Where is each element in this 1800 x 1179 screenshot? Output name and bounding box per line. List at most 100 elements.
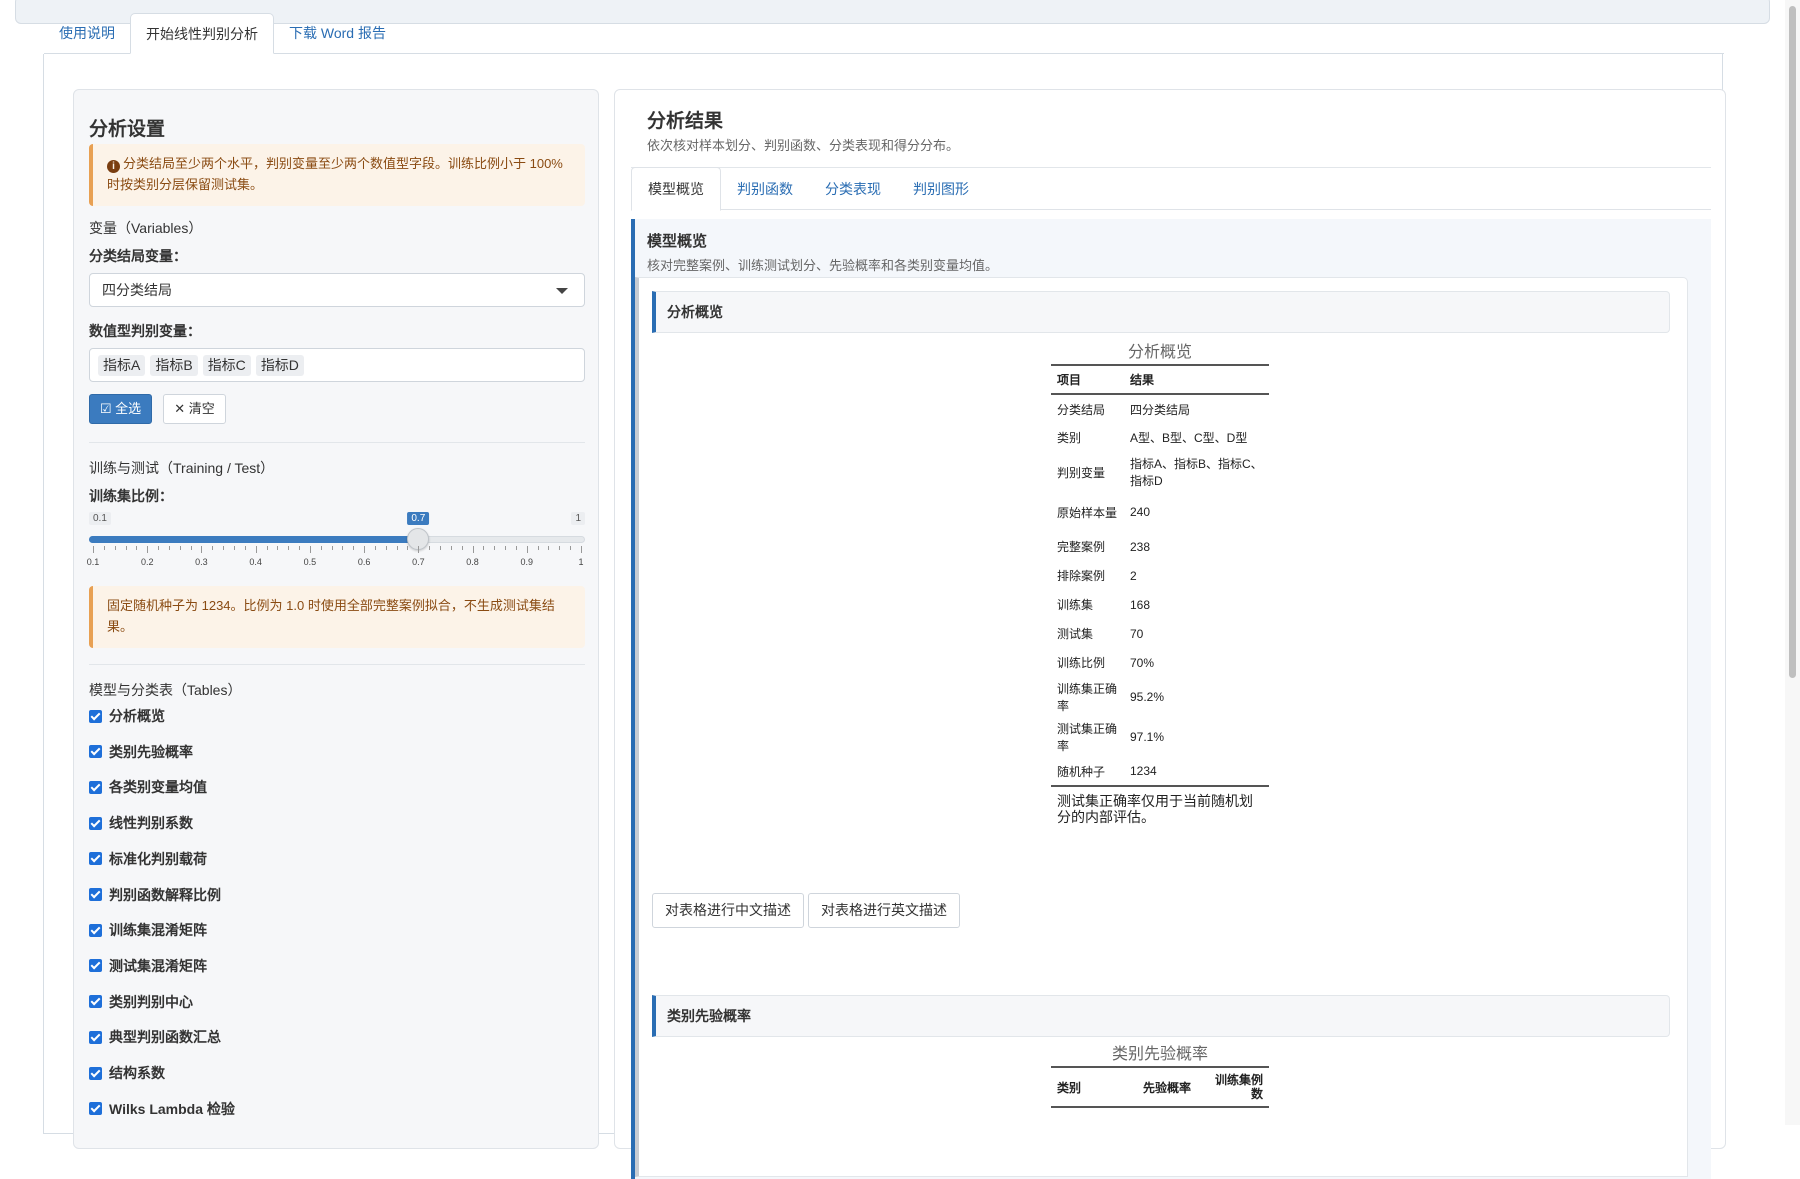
results-subtitle: 依次核对样本划分、判别函数、分类表现和得分分布。 <box>647 138 960 153</box>
checkbox-checked-icon[interactable] <box>89 1066 102 1080</box>
outcome-select[interactable]: 四分类结局 <box>89 273 585 307</box>
requirements-warning-text: 分类结局至少两个水平，判别变量至少两个数值型字段。训练比例小于 100% 时按类… <box>107 156 563 192</box>
table-cell: 训练集 <box>1057 598 1094 612</box>
table-option-checkbox[interactable]: 线性判别系数 <box>89 813 193 833</box>
tab-classification-performance[interactable]: 分类表现 <box>809 168 897 209</box>
slider-minor-tick <box>353 546 355 550</box>
table-option-checkbox[interactable]: 判别函数解释比例 <box>89 885 221 905</box>
train-ratio-slider[interactable]: 0.1 1 0.7 0.1 0.2 0.3 0.4 0.5 0.6 0.7 0.8 0.9 1 <box>87 512 585 582</box>
overview-card: 分析概览 分析概览 项目 结果 分类结局 四分类结局 类别 A型、B型、C型、D型 判别… <box>635 277 1688 1177</box>
overview-section: 模型概览 核对完整案例、训练测试划分、先验概率和各类别变量均值。 分析概览 分析… <box>631 219 1711 1179</box>
table-cell: 2 <box>1130 568 1137 583</box>
slider-max-label: 1 <box>571 512 585 525</box>
tab-discriminant-plots[interactable]: 判别图形 <box>897 168 985 209</box>
outcome-select-value: 四分类结局 <box>102 282 172 298</box>
slider-minor-tick <box>288 546 290 550</box>
slider-minor-tick <box>559 546 561 550</box>
table-option-checkbox[interactable]: 标准化判别载荷 <box>89 849 207 869</box>
select-all-label: 全选 <box>115 401 142 416</box>
checkbox-checked-icon[interactable] <box>89 709 102 723</box>
checkbox-checked-icon[interactable] <box>89 923 102 937</box>
table-row: 随机种子 1234 <box>1051 757 1269 786</box>
table-cell: 排除案例 <box>1057 569 1106 583</box>
column-header: 项目 <box>1057 373 1082 387</box>
top-tabs: 使用说明 开始线性判别分析 下载 Word 报告 <box>44 13 401 54</box>
scrollbar-thumb[interactable] <box>1789 6 1796 678</box>
slider-tick <box>309 546 311 553</box>
table-option-checkbox[interactable]: 类别先验概率 <box>89 742 193 762</box>
slider-tick <box>581 546 582 553</box>
tab-download-report[interactable]: 下载 Word 报告 <box>274 13 401 54</box>
table-option-checkbox[interactable]: 典型判别函数汇总 <box>89 1027 221 1047</box>
checkbox-checked-icon[interactable] <box>89 888 102 901</box>
checkbox-label: 典型判别函数汇总 <box>109 1029 221 1046</box>
outcome-label: 分类结局变量： <box>89 248 187 264</box>
results-tabs: 模型概览 判别函数 分类表现 判别图形 <box>631 167 1711 211</box>
table-option-checkbox[interactable]: 各类别变量均值 <box>89 777 207 797</box>
slider-minor-tick <box>385 546 387 550</box>
overview-note: 测试集正确率仅用于当前随机划分的内部评估。 <box>1057 793 1253 825</box>
table-cell: 完整案例 <box>1057 540 1106 554</box>
table-option-checkbox[interactable]: 训练集混淆矩阵 <box>89 920 207 940</box>
overview-card-header: 分析概览 <box>652 291 1670 333</box>
predictor-chip[interactable]: 指标C <box>202 355 251 376</box>
describe-chinese-button[interactable]: 对表格进行中文描述 <box>652 893 804 928</box>
table-option-checkbox[interactable]: 结构系数 <box>89 1063 165 1083</box>
predictors-label: 数值型判别变量： <box>89 323 201 339</box>
checkbox-checked-icon[interactable] <box>89 745 102 759</box>
checkbox-label: 训练集混淆矩阵 <box>109 922 207 939</box>
predictor-chip[interactable]: 指标D <box>255 355 304 376</box>
table-cell: 97.1% <box>1130 730 1165 744</box>
checkbox-checked-icon[interactable] <box>89 1102 102 1116</box>
slider-tick <box>526 546 528 553</box>
tab-instructions[interactable]: 使用说明 <box>44 13 130 54</box>
slider-minor-tick <box>494 546 496 550</box>
table-option-checkbox[interactable]: 分析概览 <box>89 706 165 726</box>
predictor-chip[interactable]: 指标A <box>98 355 146 376</box>
slider-tick-label: 0.9 <box>520 557 534 567</box>
table-cell: 分类结局 <box>1057 402 1106 417</box>
describe-english-button[interactable]: 对表格进行英文描述 <box>808 893 960 928</box>
slider-minor-tick <box>440 546 442 550</box>
checkbox-checked-icon[interactable] <box>89 852 102 866</box>
table-cell: 四分类结局 <box>1130 402 1191 417</box>
divider <box>89 442 585 443</box>
table-cell: 指标A、指标B、指标C、指标D <box>1130 457 1263 488</box>
tab-start-analysis[interactable]: 开始线性判别分析 <box>130 13 274 54</box>
slider-tick-label: 0.7 <box>412 557 425 567</box>
variables-section-title: 变量（Variables） <box>89 220 203 236</box>
table-row: 分类结局 四分类结局 <box>1051 394 1269 423</box>
checkbox-label: 各类别变量均值 <box>109 779 207 796</box>
slider-tick-label: 0.2 <box>140 557 154 567</box>
checkbox-checked-icon[interactable] <box>89 816 102 830</box>
predictor-chip[interactable]: 指标B <box>150 355 198 376</box>
slider-tick <box>93 546 94 553</box>
table-row: 测试集正确率 97.1% <box>1051 717 1269 757</box>
table-option-checkbox[interactable]: 测试集混淆矩阵 <box>89 956 207 976</box>
table-cell: 训练比例 <box>1057 656 1106 670</box>
tab-discriminant-functions[interactable]: 判别函数 <box>721 168 809 209</box>
table-cell: 240 <box>1130 505 1151 519</box>
checkbox-checked-icon[interactable] <box>89 995 102 1009</box>
slider-tick-label: 1 <box>578 557 584 567</box>
checkbox-checked-icon[interactable] <box>89 780 102 794</box>
predictors-multiselect[interactable]: 指标A 指标B 指标C 指标D <box>89 348 585 382</box>
tables-section-title: 模型与分类表（Tables） <box>89 682 242 698</box>
section-title: 模型概览 <box>647 233 708 250</box>
slider-tick <box>147 546 149 553</box>
slider-tick <box>364 546 366 553</box>
select-all-button[interactable]: ☑ 全选 <box>89 394 152 424</box>
table-option-checkbox[interactable]: Wilks Lambda 检验 <box>89 1099 235 1119</box>
results-panel: 分析结果 依次核对样本划分、判别函数、分类表现和得分分布。 模型概览 判别函数 … <box>614 89 1726 1179</box>
table-option-checkbox[interactable]: 类别判别中心 <box>89 992 193 1012</box>
checkbox-checked-icon[interactable] <box>89 1030 102 1044</box>
column-header: 先验概率 <box>1142 1080 1191 1095</box>
tab-model-overview[interactable]: 模型概览 <box>631 167 721 211</box>
slider-minor-tick <box>136 546 138 550</box>
slider-minor-tick <box>537 546 539 550</box>
close-icon: ✕ <box>174 401 186 416</box>
clear-button[interactable]: ✕ 清空 <box>163 394 226 424</box>
checkbox-checked-icon[interactable] <box>89 959 102 973</box>
slider-minor-tick <box>168 546 170 550</box>
slider-minor-tick <box>450 546 452 550</box>
